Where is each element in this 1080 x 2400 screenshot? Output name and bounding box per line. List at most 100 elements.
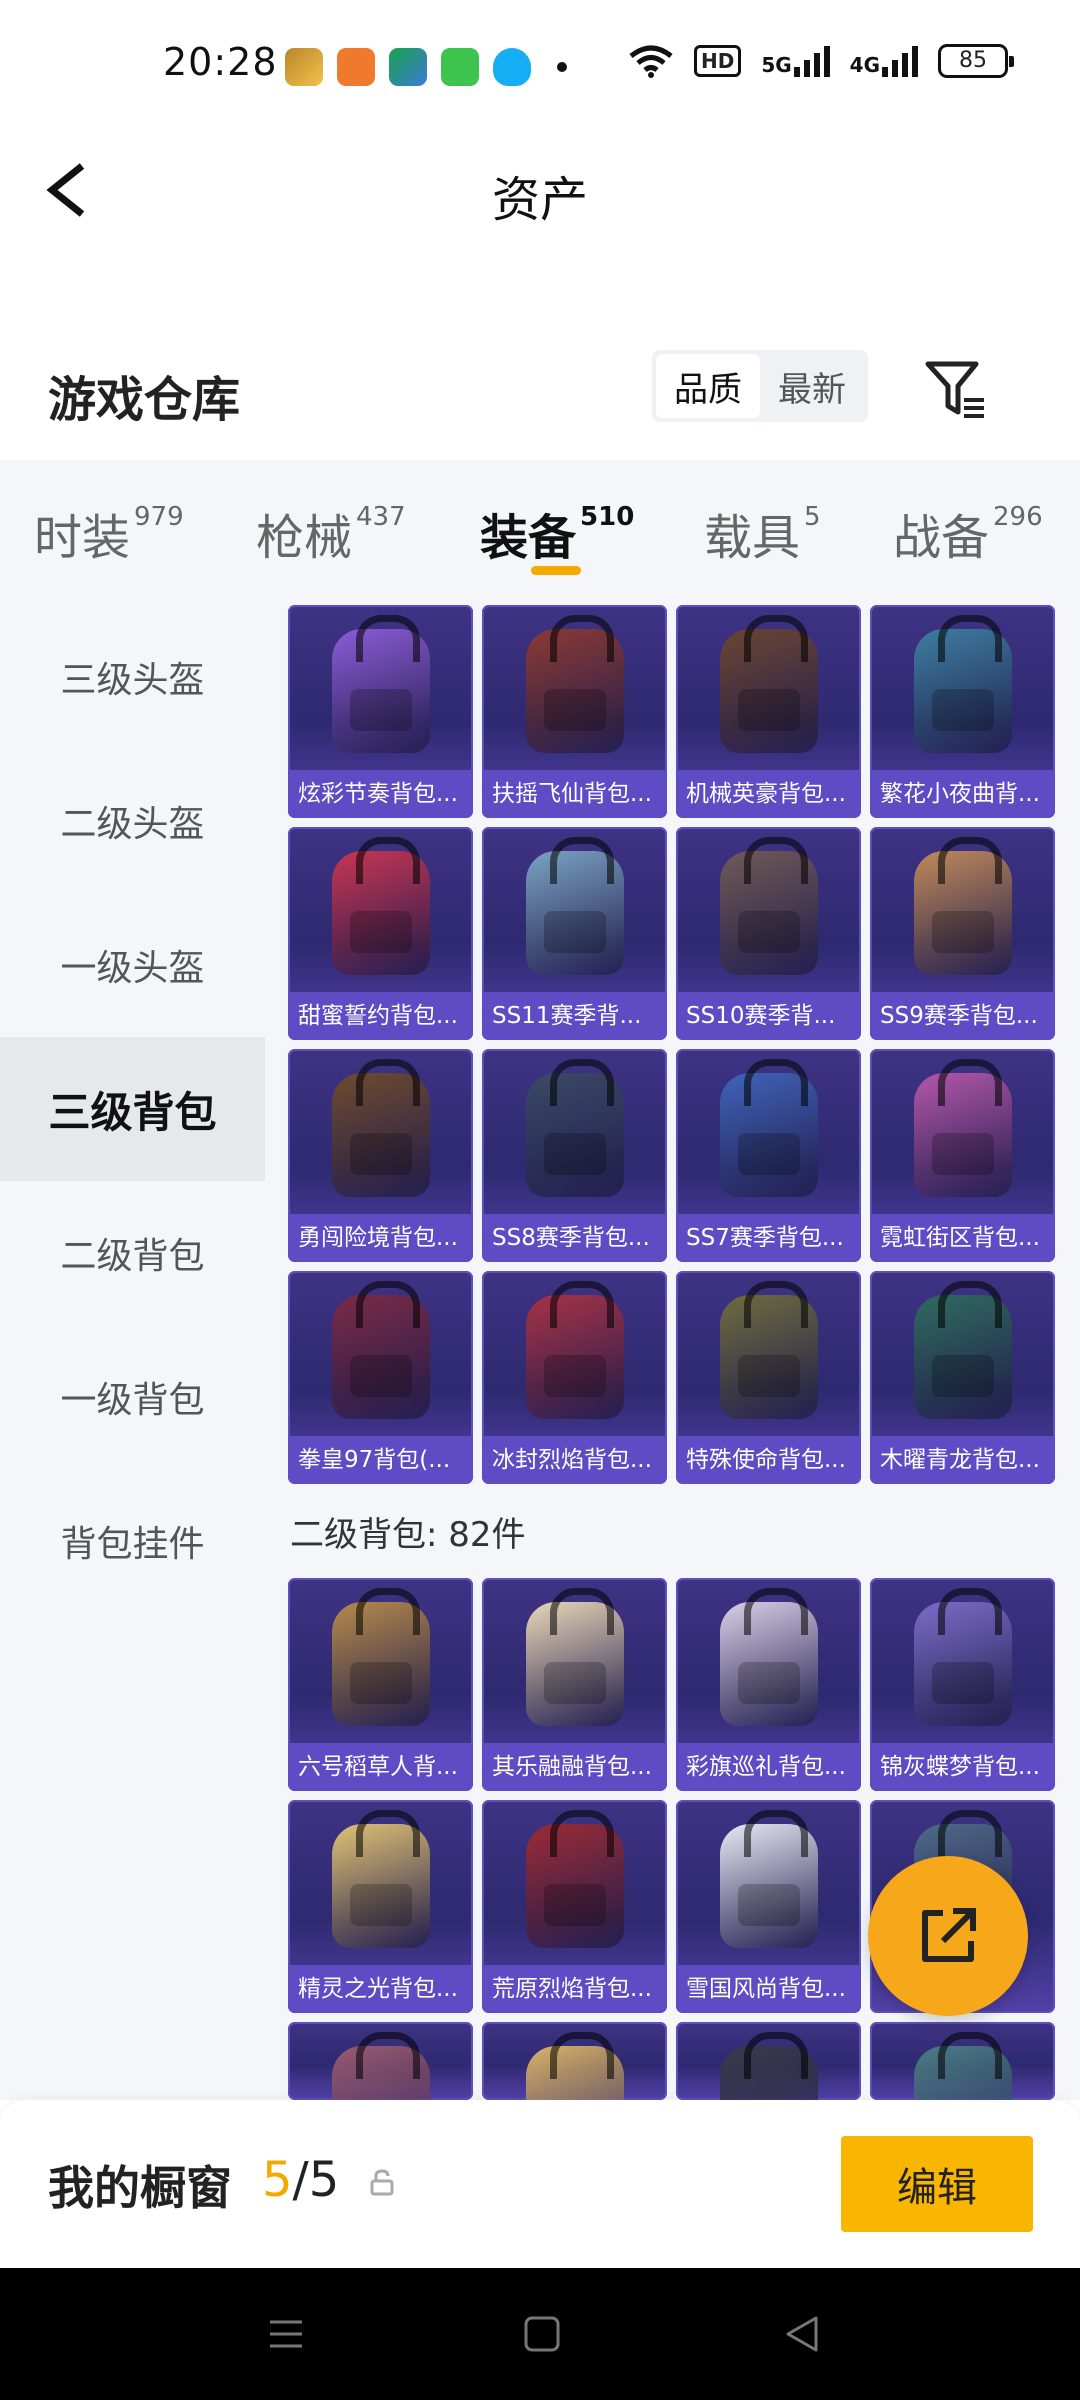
level2-item-card[interactable]: 彩旗巡礼背包... — [676, 1578, 861, 1791]
level3-item-card[interactable]: SS7赛季背包... — [676, 1049, 861, 1262]
backpack-image — [332, 837, 430, 975]
level3-item-card[interactable]: 繁花小夜曲背... — [870, 605, 1055, 818]
backpack-image — [720, 1281, 818, 1419]
back-chevron-icon[interactable] — [40, 160, 100, 220]
share-fab[interactable] — [868, 1856, 1028, 2016]
item-name: 精灵之光背包... — [288, 1965, 473, 2013]
level2-partial-item-card[interactable] — [288, 2022, 473, 2100]
home-icon[interactable] — [522, 2314, 562, 2354]
filter-icon[interactable] — [922, 356, 988, 422]
backpack-image — [914, 1059, 1012, 1197]
sidebar-item-level2-backpack[interactable]: 二级背包 — [0, 1181, 265, 1325]
sidebar-item-level3-helmet[interactable]: 三级头盔 — [0, 605, 265, 749]
cf-app-icon — [337, 48, 375, 86]
sort-newest-button[interactable]: 最新 — [760, 354, 864, 418]
level3-item-card[interactable]: 勇闯险境背包... — [288, 1049, 473, 1262]
level3-item-card[interactable]: 霓虹街区背包... — [870, 1049, 1055, 1262]
signal-bars-icon — [793, 45, 830, 77]
backpack-image — [332, 1588, 430, 1726]
back-icon[interactable] — [782, 2314, 822, 2354]
item-name: 雪国风尚背包... — [676, 1965, 861, 2013]
item-name: 锦灰蝶梦背包... — [870, 1743, 1055, 1791]
item-name: 冰封烈焰背包... — [482, 1436, 667, 1484]
title-bar: 资产 — [0, 130, 1080, 250]
level3-item-card[interactable]: 特殊使命背包... — [676, 1271, 861, 1484]
level3-item-card[interactable]: 机械英豪背包... — [676, 605, 861, 818]
item-name: SS8赛季背包... — [482, 1214, 667, 1262]
tab-weapons[interactable]: 枪械 437 — [256, 498, 406, 568]
signal-4g: 4G — [850, 45, 918, 77]
backpack-image — [332, 2032, 430, 2100]
level2-item-card[interactable]: 六号稻草人背... — [288, 1578, 473, 1791]
level2-item-card[interactable]: 荒原烈焰背包... — [482, 1800, 667, 2013]
level3-item-card[interactable]: 木曜青龙背包... — [870, 1271, 1055, 1484]
status-time: 20:28 — [163, 40, 278, 84]
messages-icon — [441, 48, 479, 86]
wifi-icon — [629, 45, 673, 78]
warehouse-header: 游戏仓库 品质 最新 — [0, 340, 1080, 460]
item-name: 扶摇飞仙背包... — [482, 770, 667, 818]
status-indicators: HD 5G 4G 85 — [628, 44, 1014, 78]
signal-bars-icon — [882, 45, 918, 77]
level3-item-card[interactable]: 甜蜜誓约背包... — [288, 827, 473, 1040]
backpack-image — [914, 1588, 1012, 1726]
item-name: 霓虹街区背包... — [870, 1214, 1055, 1262]
system-nav-bar — [0, 2268, 1080, 2400]
menu-icon[interactable] — [266, 2314, 306, 2354]
tab-supplies[interactable]: 战备 296 — [893, 498, 1043, 568]
backpack-image — [720, 615, 818, 753]
item-name: 炫彩节奏背包... — [288, 770, 473, 818]
backpack-image — [914, 1281, 1012, 1419]
level2-item-card[interactable]: 其乐融融背包... — [482, 1578, 667, 1791]
level2-partial-item-card[interactable] — [482, 2022, 667, 2100]
item-name: 机械英豪背包... — [676, 770, 861, 818]
level3-item-card[interactable]: SS8赛季背包... — [482, 1049, 667, 1262]
backpack-image — [720, 1059, 818, 1197]
level3-item-card[interactable]: SS10赛季背... — [676, 827, 861, 1040]
backpack-image — [332, 615, 430, 753]
tab-equipment[interactable]: 装备 510 — [480, 498, 634, 568]
item-name: 甜蜜誓约背包... — [288, 992, 473, 1040]
backpack-image — [526, 837, 624, 975]
warehouse-title: 游戏仓库 — [48, 372, 241, 428]
edit-button[interactable]: 编辑 — [841, 2136, 1033, 2232]
level3-item-card[interactable]: 冰封烈焰背包... — [482, 1271, 667, 1484]
sidebar-item-level2-helmet[interactable]: 二级头盔 — [0, 749, 265, 893]
showcase-bar: 我的橱窗 5/5 编辑 — [0, 2100, 1080, 2268]
subcategory-sidebar: 三级头盔 二级头盔 一级头盔 三级背包 二级背包 一级背包 背包挂件 — [0, 605, 265, 2100]
item-name: 繁花小夜曲背... — [870, 770, 1055, 818]
category-tabs: 时装 979 枪械 437 装备 510 载具 5 战备 296 — [0, 460, 1080, 605]
level3-item-card[interactable]: SS9赛季背包... — [870, 827, 1055, 1040]
showcase-count: 5/5 — [262, 2152, 340, 2208]
kuaishou-icon — [389, 48, 427, 86]
level3-item-card[interactable]: 扶摇飞仙背包... — [482, 605, 667, 818]
backpack-image — [332, 1810, 430, 1948]
sidebar-item-backpack-charm[interactable]: 背包挂件 — [0, 1469, 265, 1613]
tab-vehicles[interactable]: 载具 5 — [704, 498, 821, 568]
lock-icon — [370, 2169, 394, 2196]
item-name: SS11赛季背... — [482, 992, 667, 1040]
qq-icon — [493, 48, 531, 86]
level3-item-card[interactable]: 炫彩节奏背包... — [288, 605, 473, 818]
signal-5g: 5G — [761, 45, 830, 77]
level2-partial-item-card[interactable] — [676, 2022, 861, 2100]
level2-item-card[interactable]: 雪国风尚背包... — [676, 1800, 861, 2013]
sort-quality-button[interactable]: 品质 — [656, 354, 760, 418]
sidebar-item-level1-helmet[interactable]: 一级头盔 — [0, 893, 265, 1037]
sort-toggle: 品质 最新 — [652, 350, 868, 422]
backpack-image — [526, 1059, 624, 1197]
backpack-image — [526, 615, 624, 753]
sidebar-item-level1-backpack[interactable]: 一级背包 — [0, 1325, 265, 1469]
level2-partial-item-card[interactable] — [870, 2022, 1055, 2100]
level2-item-card[interactable]: 精灵之光背包... — [288, 1800, 473, 2013]
item-name: 其乐融融背包... — [482, 1743, 667, 1791]
level3-item-card[interactable]: SS11赛季背... — [482, 827, 667, 1040]
more-notifications-dot — [557, 62, 567, 72]
tab-fashion[interactable]: 时装 979 — [34, 498, 184, 568]
level3-item-card[interactable]: 拳皇97背包(... — [288, 1271, 473, 1484]
backpack-image — [332, 1281, 430, 1419]
level2-item-card[interactable]: 锦灰蝶梦背包... — [870, 1578, 1055, 1791]
sidebar-item-level3-backpack[interactable]: 三级背包 — [0, 1037, 265, 1181]
item-name: 勇闯险境背包... — [288, 1214, 473, 1262]
status-bar: 20:28 HD 5G 4G 85 — [0, 0, 1080, 130]
